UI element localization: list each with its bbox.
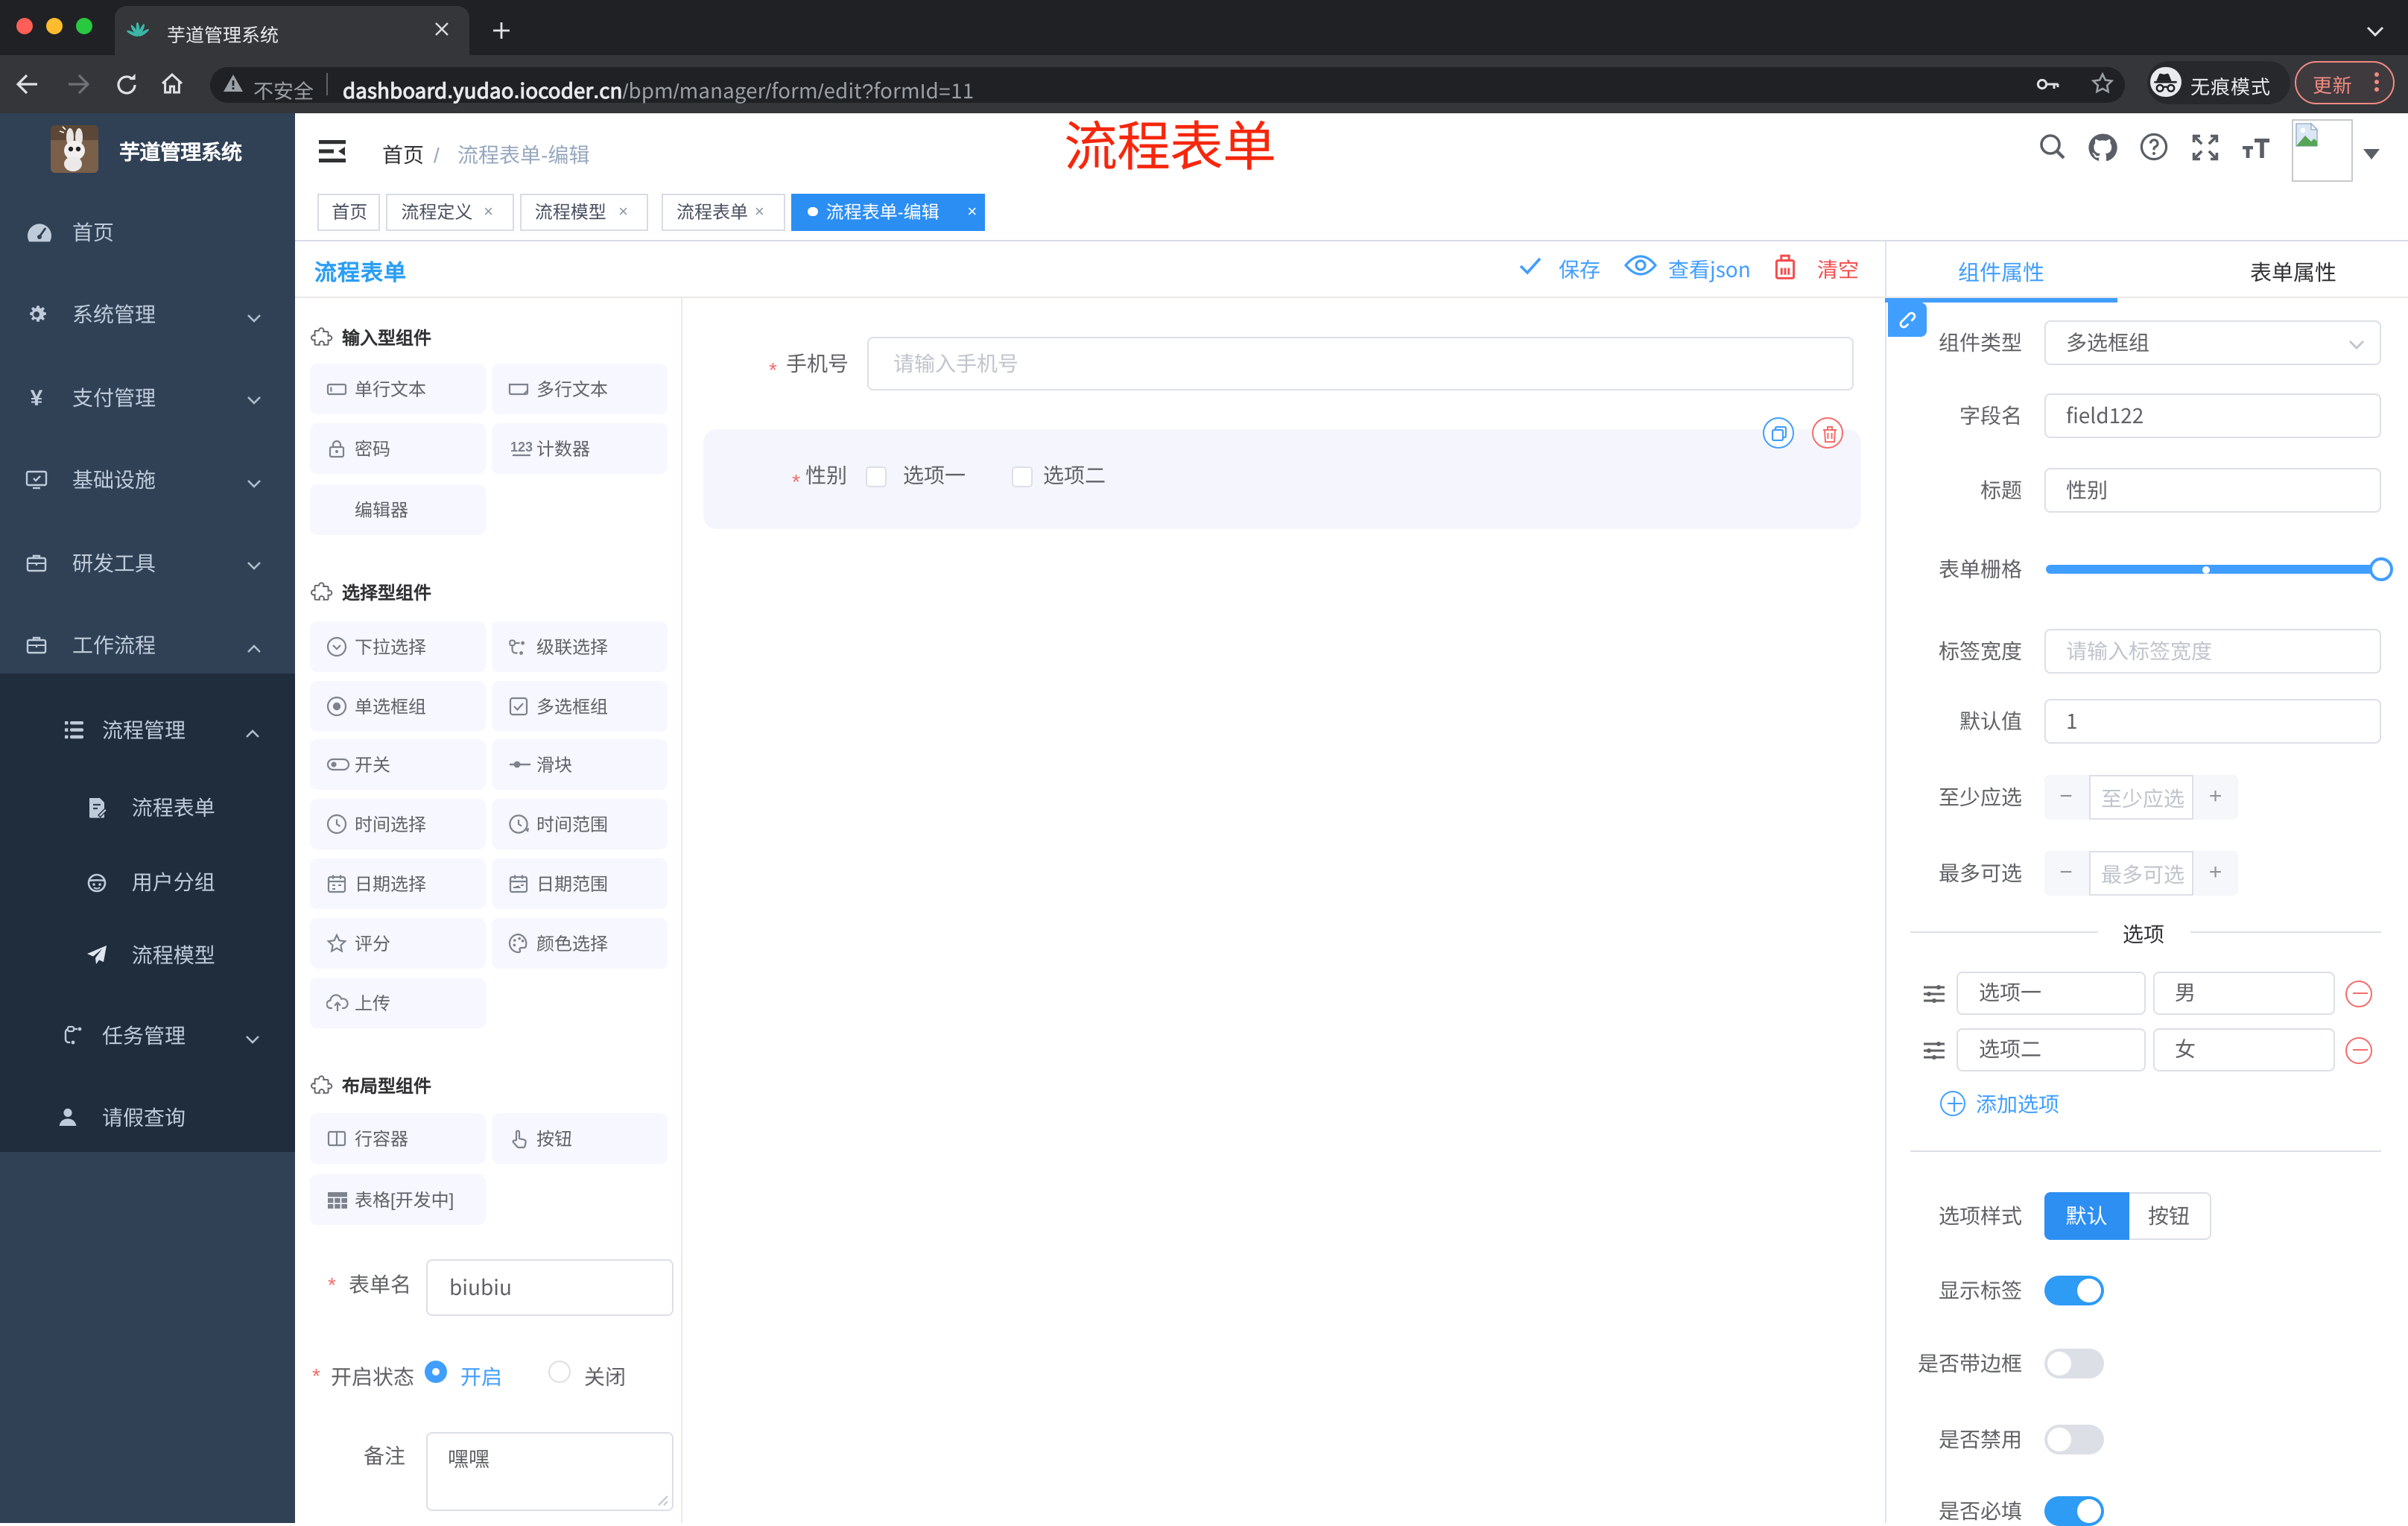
svg-text:¥: ¥	[31, 386, 43, 408]
svg-text:123: 123	[510, 440, 533, 455]
